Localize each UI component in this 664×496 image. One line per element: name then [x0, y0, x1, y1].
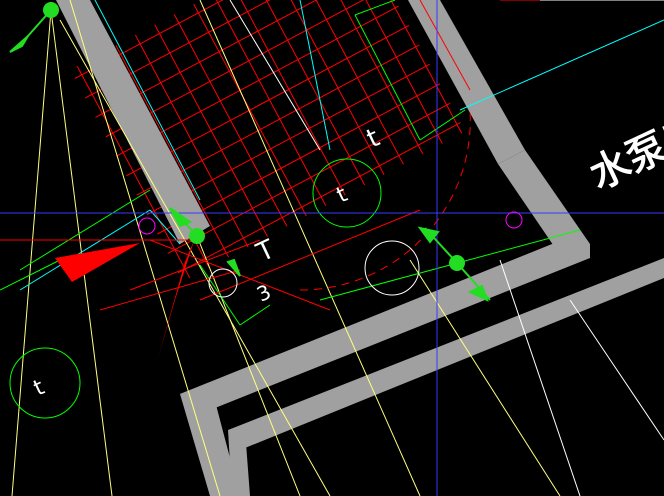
cad-drawing-viewport[interactable]: 水泵房 t t T t 3	[0, 0, 664, 496]
